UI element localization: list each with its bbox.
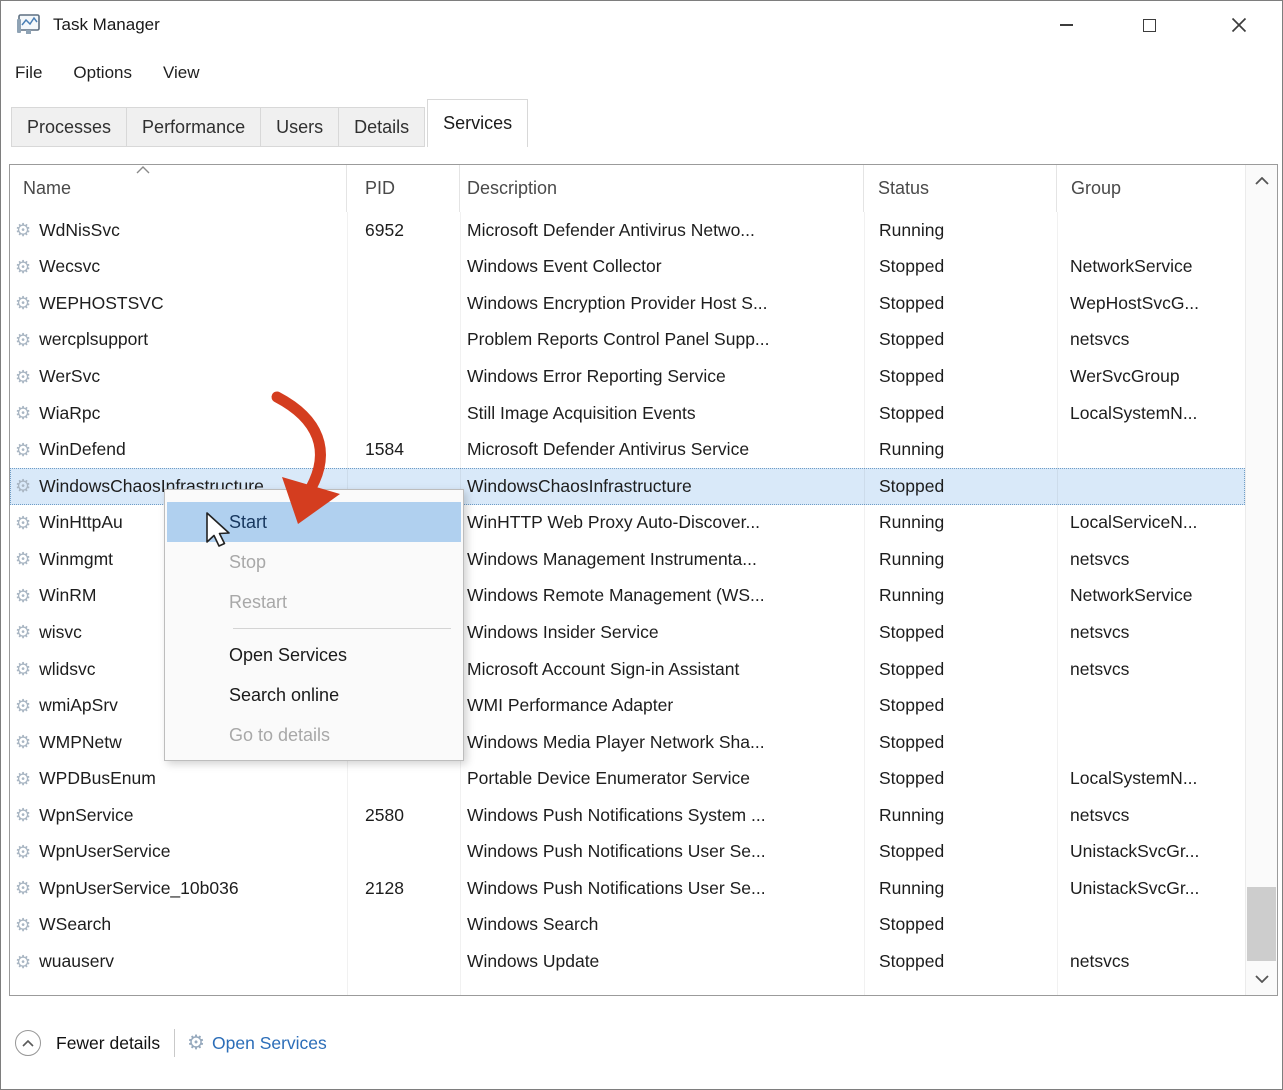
scrollbar-thumb[interactable] xyxy=(1247,887,1276,961)
service-gear-icon: ⚙ xyxy=(15,331,31,349)
fewer-details-button[interactable]: Fewer details xyxy=(15,1030,160,1056)
column-header-status[interactable]: Status xyxy=(864,165,1057,212)
tab-strip: ProcessesPerformanceUsersDetailsServices xyxy=(11,99,528,147)
tab-services[interactable]: Services xyxy=(427,99,528,147)
service-gear-icon: ⚙ xyxy=(15,221,31,239)
service-gear-icon: ⚙ xyxy=(15,368,31,386)
service-gear-icon: ⚙ xyxy=(15,916,31,934)
table-row[interactable]: ⚙WiaRpc Still Image Acquisition Events S… xyxy=(10,395,1245,432)
context-menu-item-stop: Stop xyxy=(165,542,463,582)
table-row[interactable]: ⚙WdNisSvc 6952 Microsoft Defender Antivi… xyxy=(10,212,1245,249)
menu-bar: File Options View xyxy=(1,53,200,93)
menu-options[interactable]: Options xyxy=(73,63,132,83)
service-gear-icon: ⚙ xyxy=(15,770,31,788)
scroll-down-button[interactable] xyxy=(1246,963,1277,995)
context-menu-item-restart: Restart xyxy=(165,582,463,622)
menu-view[interactable]: View xyxy=(163,63,200,83)
table-row[interactable]: ⚙WerSvc Windows Error Reporting Service … xyxy=(10,358,1245,395)
tab-processes[interactable]: Processes xyxy=(11,107,127,147)
maximize-button[interactable] xyxy=(1114,1,1184,49)
table-row[interactable]: ⚙wercplsupport Problem Reports Control P… xyxy=(10,322,1245,359)
circled-chevron-up-icon xyxy=(15,1030,41,1056)
service-gear-icon: ⚙ xyxy=(15,806,31,824)
close-icon xyxy=(1231,17,1247,33)
context-menu-item-open-services[interactable]: Open Services xyxy=(165,635,463,675)
service-gear-icon: ⚙ xyxy=(15,587,31,605)
table-row[interactable]: ⚙Wecsvc Windows Event Collector Stopped … xyxy=(10,249,1245,286)
service-gear-icon: ⚙ xyxy=(15,843,31,861)
column-header-name[interactable]: Name xyxy=(10,165,347,212)
context-menu-item-search-online[interactable]: Search online xyxy=(165,675,463,715)
table-row[interactable]: ⚙WPDBusEnum Portable Device Enumerator S… xyxy=(10,760,1245,797)
context-menu: StartStopRestart Open ServicesSearch onli… xyxy=(164,489,464,761)
close-button[interactable] xyxy=(1204,1,1274,49)
scroll-up-button[interactable] xyxy=(1246,165,1277,197)
table-row[interactable]: ⚙WinDefend 1584 Microsoft Defender Antiv… xyxy=(10,431,1245,468)
task-manager-window: Task Manager File Options View ProcessesPe… xyxy=(0,0,1283,1090)
service-gear-icon: ⚙ xyxy=(15,623,31,641)
service-gear-icon: ⚙ xyxy=(15,477,31,495)
tab-details[interactable]: Details xyxy=(339,107,425,147)
tab-performance[interactable]: Performance xyxy=(127,107,261,147)
service-gear-icon: ⚙ xyxy=(15,733,31,751)
fewer-details-label: Fewer details xyxy=(56,1033,160,1054)
footer-bar: Fewer details ⚙ Open Services xyxy=(1,996,1282,1090)
title-bar: Task Manager xyxy=(1,1,1282,49)
table-header: Name PID Description Status Group xyxy=(10,165,1245,212)
chevron-down-icon xyxy=(1255,975,1269,983)
table-row[interactable]: ⚙WpnService 2580 Windows Push Notificati… xyxy=(10,797,1245,834)
service-gear-icon: ⚙ xyxy=(15,514,31,532)
table-row[interactable]: ⚙WpnUserService Windows Push Notificatio… xyxy=(10,834,1245,871)
window-title: Task Manager xyxy=(53,15,160,35)
table-row[interactable]: ⚙wuauserv Windows Update Stopped netsvcs xyxy=(10,943,1245,980)
service-gear-icon: ⚙ xyxy=(15,879,31,897)
task-manager-app-icon xyxy=(15,13,41,37)
column-header-group[interactable]: Group xyxy=(1057,165,1245,212)
footer-separator xyxy=(174,1029,175,1057)
minimize-icon xyxy=(1060,24,1073,26)
service-gear-icon: ⚙ xyxy=(15,441,31,459)
menu-file[interactable]: File xyxy=(15,63,42,83)
minimize-button[interactable] xyxy=(1031,1,1101,49)
context-menu-item-start[interactable]: Start xyxy=(167,502,461,542)
maximize-icon xyxy=(1143,19,1156,32)
column-header-pid[interactable]: PID xyxy=(347,165,460,212)
table-row[interactable]: ⚙WpnUserService_10b036 2128 Windows Push… xyxy=(10,870,1245,907)
service-gear-icon: ⚙ xyxy=(15,953,31,971)
tab-users[interactable]: Users xyxy=(261,107,339,147)
service-gear-icon: ⚙ xyxy=(15,550,31,568)
vertical-scrollbar[interactable] xyxy=(1245,165,1277,995)
table-row[interactable]: ⚙WSearch Windows Search Stopped xyxy=(10,907,1245,944)
chevron-up-icon xyxy=(1255,177,1269,185)
service-gear-icon: ⚙ xyxy=(15,660,31,678)
column-header-description[interactable]: Description xyxy=(460,165,864,212)
context-menu-item-go-to-details: Go to details xyxy=(165,715,463,755)
service-gear-icon: ⚙ xyxy=(15,404,31,422)
open-services-label: Open Services xyxy=(212,1033,327,1054)
sort-ascending-icon xyxy=(135,166,151,174)
services-gear-icon: ⚙ xyxy=(187,1033,205,1053)
table-row[interactable]: ⚙WEPHOSTSVC Windows Encryption Provider … xyxy=(10,285,1245,322)
open-services-link[interactable]: ⚙ Open Services xyxy=(187,1033,327,1054)
service-gear-icon: ⚙ xyxy=(15,258,31,276)
service-gear-icon: ⚙ xyxy=(15,294,31,312)
menu-separator xyxy=(233,628,451,629)
service-gear-icon: ⚙ xyxy=(15,697,31,715)
